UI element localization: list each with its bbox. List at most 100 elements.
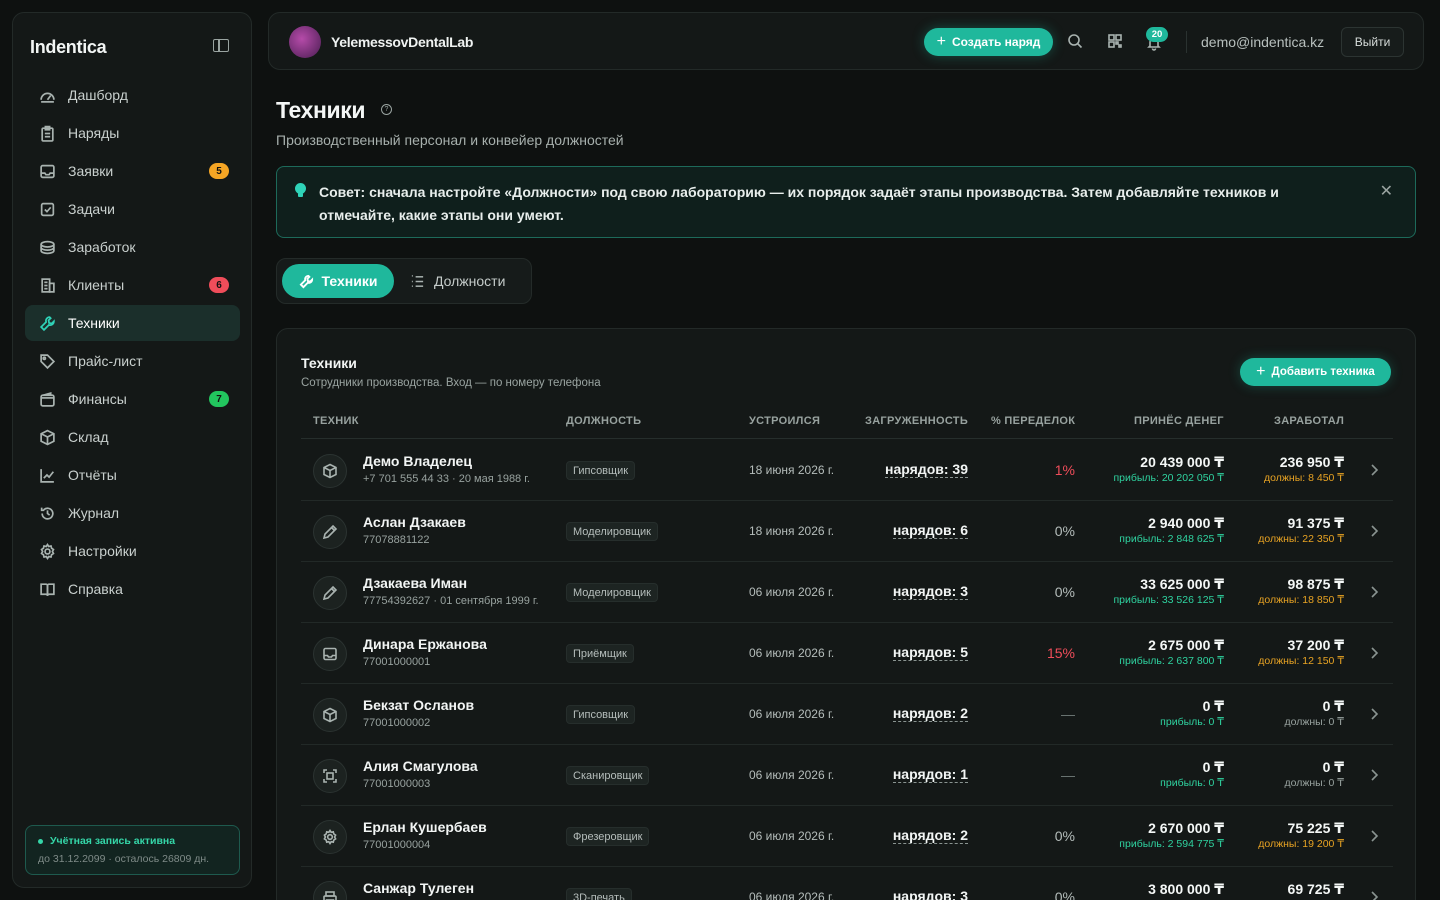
table-row[interactable]: Дзакаева Иман 77754392627 · 01 сентября 1… (301, 562, 1393, 623)
table-row[interactable]: Динара Ержанова 77001000001 Приёмщик 06 июл… (301, 623, 1393, 684)
topbar: YelemessovDentalLab + Создать наряд 20 d… (268, 12, 1424, 70)
owed-amount: должны: 12 150 ₸ (1258, 655, 1344, 667)
workload-link[interactable]: нарядов: 3 (893, 888, 968, 900)
technician-name[interactable]: Санжар Тулеген (363, 880, 474, 896)
col-load[interactable]: ЗАГРУЖЕННОСТЬ (865, 415, 968, 427)
col-position[interactable]: ДОЛЖНОСТЬ (566, 415, 641, 427)
sidebar-item-6[interactable]: Техники (25, 305, 240, 341)
sidebar-item-2[interactable]: Заявки 5 (25, 153, 240, 189)
chevron-right-icon[interactable] (1369, 461, 1379, 479)
sidebar-item-0[interactable]: Дашборд (25, 77, 240, 113)
tab-positions-label: Должности (434, 273, 506, 289)
sidebar-item-badge: 5 (209, 163, 229, 179)
workload-link[interactable]: нарядов: 2 (892, 827, 968, 844)
create-order-button[interactable]: + Создать наряд (924, 28, 1053, 56)
chevron-right-icon[interactable] (1369, 644, 1379, 662)
profit-amount: прибыль: 20 202 050 ₸ (1113, 472, 1224, 484)
col-redo[interactable]: % ПЕРЕДЕЛОК (991, 415, 1075, 427)
profit-amount: прибыль: 2 637 800 ₸ (1119, 655, 1224, 667)
sidebar-item-label: Техники (68, 315, 120, 331)
help-icon[interactable]: ? (381, 104, 392, 115)
chevron-right-icon[interactable] (1369, 522, 1379, 540)
col-revenue[interactable]: ПРИНЁС ДЕНЕГ (1134, 415, 1224, 427)
sidebar-item-4[interactable]: Заработок (25, 229, 240, 265)
add-technician-button[interactable]: + Добавить техника (1240, 358, 1391, 386)
search-icon[interactable] (1067, 33, 1083, 49)
revenue-amount: 2 940 000 ₸ (1148, 515, 1224, 531)
earned-amount: 37 200 ₸ (1287, 637, 1344, 653)
view-tabs: Техники Должности (276, 258, 532, 304)
gear-icon (313, 820, 347, 854)
hire-date: 06 июля 2026 г. (749, 890, 835, 900)
technician-name[interactable]: Бекзат Осланов (363, 697, 474, 713)
sidebar-item-label: Финансы (68, 391, 127, 407)
inbox-icon (38, 162, 56, 180)
workload-link[interactable]: нарядов: 2 (892, 705, 968, 722)
revenue-amount: 2 670 000 ₸ (1148, 820, 1224, 836)
sidebar-item-9[interactable]: Склад (25, 419, 240, 455)
sidebar-item-10[interactable]: Отчёты (25, 457, 240, 493)
revenue-cell: 3 800 000 ₸ (1148, 881, 1224, 899)
position-badge: 3D-печать (566, 888, 632, 900)
position-badge: Гипсовщик (566, 705, 636, 724)
qr-icon[interactable] (1107, 33, 1123, 49)
logout-button[interactable]: Выйти (1341, 27, 1404, 57)
workload-link[interactable]: нарядов: 6 (892, 522, 968, 539)
sidebar-item-label: Заработок (68, 239, 136, 255)
chevron-right-icon[interactable] (1369, 583, 1379, 601)
sidebar-item-5[interactable]: Клиенты 6 (25, 267, 240, 303)
technician-name[interactable]: Демо Владелец (363, 453, 472, 469)
position-badge: Фрезеровщик (566, 827, 650, 846)
earned-cell: 75 225 ₸ должны: 19 200 ₸ (1258, 820, 1344, 850)
workload-link[interactable]: нарядов: 39 (885, 461, 968, 478)
technician-phone: 77001000003 (363, 778, 431, 790)
sidebar-collapse-icon[interactable] (213, 39, 229, 52)
hire-date: 18 июня 2026 г. (749, 524, 835, 538)
profit-amount: прибыль: 33 526 125 ₸ (1113, 594, 1224, 606)
technician-name[interactable]: Дзакаева Иман (363, 575, 467, 591)
sidebar-item-label: Клиенты (68, 277, 125, 293)
org-name[interactable]: YelemessovDentalLab (331, 34, 473, 50)
revenue-cell: 2 675 000 ₸ прибыль: 2 637 800 ₸ (1119, 637, 1224, 667)
revenue-amount: 0 ₸ (1202, 698, 1224, 714)
sidebar-item-12[interactable]: Настройки (25, 533, 240, 569)
sidebar-item-11[interactable]: Журнал (25, 495, 240, 531)
sidebar-item-badge: 7 (209, 391, 229, 407)
sidebar-item-1[interactable]: Наряды (25, 115, 240, 151)
workload-link[interactable]: нарядов: 1 (892, 766, 968, 783)
sidebar-item-13[interactable]: Справка (25, 571, 240, 607)
sidebar-nav: Дашборд Наряды Заявки 5 Задачи Заработок Клиен… (25, 77, 240, 609)
technician-name[interactable]: Алия Смагулова (363, 758, 478, 774)
chevron-right-icon[interactable] (1369, 705, 1379, 723)
workload-link[interactable]: нарядов: 5 (892, 644, 968, 661)
lightbulb-icon (295, 183, 306, 197)
chevron-right-icon[interactable] (1369, 888, 1379, 900)
table-row[interactable]: Ерлан Кушербаев 77001000004 Фрезеровщик 06 … (301, 806, 1393, 867)
chevron-right-icon[interactable] (1369, 766, 1379, 784)
sidebar-item-8[interactable]: Финансы 7 (25, 381, 240, 417)
tab-technicians[interactable]: Техники (282, 264, 394, 298)
close-icon[interactable]: ✕ (1380, 181, 1393, 201)
technician-name[interactable]: Аслан Дзакаев (363, 514, 466, 530)
technician-name[interactable]: Ерлан Кушербаев (363, 819, 487, 835)
chevron-right-icon[interactable] (1369, 827, 1379, 845)
tab-positions[interactable]: Должности (410, 264, 505, 298)
table-row[interactable]: Аслан Дзакаев 77078881122 Моделировщик 18 и… (301, 501, 1393, 562)
workload-link[interactable]: нарядов: 3 (892, 583, 968, 600)
wallet-icon (38, 390, 56, 408)
technician-name[interactable]: Динара Ержанова (363, 636, 487, 652)
table-row[interactable]: Алия Смагулова 77001000003 Сканировщик 06 и… (301, 745, 1393, 806)
owed-amount: должны: 19 200 ₸ (1258, 838, 1344, 850)
table-row[interactable]: Демо Владелец +7 701 555 44 33 · 20 мая 1… (301, 440, 1393, 501)
table-row[interactable]: Бекзат Осланов 77001000002 Гипсовщик 06 июл… (301, 684, 1393, 745)
brand-logo[interactable]: Indentica (30, 37, 107, 58)
org-avatar (289, 26, 321, 58)
sidebar-item-3[interactable]: Задачи (25, 191, 240, 227)
col-hired[interactable]: УСТРОИЛСЯ (749, 415, 820, 427)
table-row[interactable]: Санжар Тулеген 3D-печать 06 июля 2026 г. на… (301, 867, 1393, 900)
col-technician[interactable]: ТЕХНИК (313, 415, 359, 427)
plus-icon: + (1256, 363, 1266, 380)
earned-cell: 0 ₸ должны: 0 ₸ (1284, 698, 1344, 728)
sidebar-item-7[interactable]: Прайс-лист (25, 343, 240, 379)
col-earned[interactable]: ЗАРАБОТАЛ (1274, 415, 1344, 427)
